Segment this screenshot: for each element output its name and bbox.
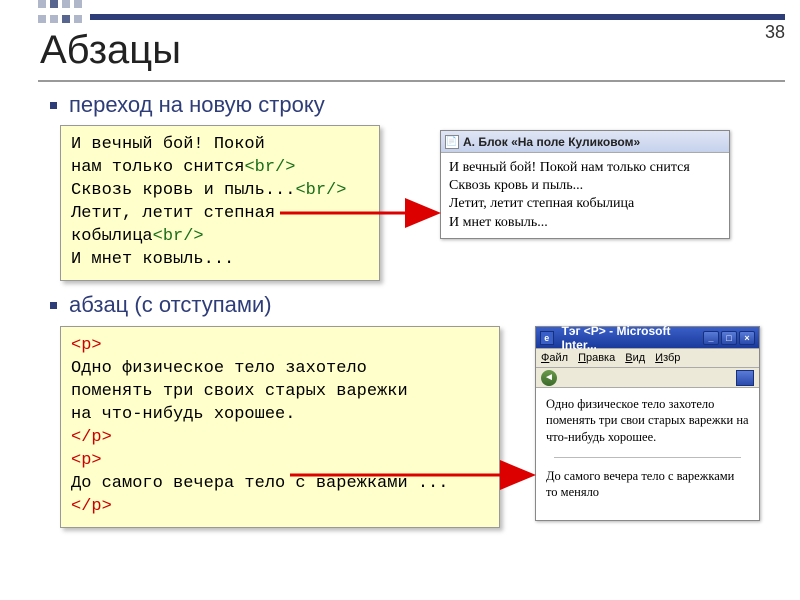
- poem-line: Сквозь кровь и пыль...: [449, 177, 721, 195]
- ie-icon: e: [540, 331, 554, 345]
- code-block-1: И вечный бой! Покой нам только снится<br…: [60, 125, 380, 281]
- back-icon[interactable]: ◄: [541, 370, 557, 386]
- browser-2-titlebar: e Тэг <P> - Microsoft Inter... _ □ ×: [536, 327, 759, 349]
- bullet-1-text: переход на новую строку: [69, 92, 325, 118]
- menu-fav[interactable]: Избр: [655, 352, 680, 364]
- bullet-2: абзац (с отступами): [50, 292, 272, 318]
- menu-edit[interactable]: Правка: [578, 352, 615, 364]
- minimize-icon[interactable]: _: [703, 331, 719, 345]
- bullet-1: переход на новую строку: [50, 92, 325, 118]
- bullet-2-text: абзац (с отступами): [69, 292, 272, 318]
- browser-1-title: А. Блок «На поле Куликовом»: [463, 135, 640, 149]
- bullet-dot-icon: [50, 102, 57, 109]
- menu-view[interactable]: Вид: [625, 352, 645, 364]
- logo-icon: [736, 370, 754, 386]
- close-icon[interactable]: ×: [739, 331, 755, 345]
- browser-1-content: И вечный бой! Покой нам только снится Ск…: [441, 153, 729, 238]
- browser-2-title: Тэг <P> - Microsoft Inter...: [562, 324, 704, 352]
- menu-file[interactable]: Файл: [541, 352, 568, 364]
- paragraph: Одно физическое тело захотело поменять т…: [546, 396, 749, 445]
- slide-decoration: [38, 0, 88, 30]
- divider: [554, 457, 741, 458]
- page-number: 38: [765, 22, 785, 43]
- poem-line: И мнет ковыль...: [449, 214, 721, 232]
- slide-title: Абзацы: [40, 28, 181, 73]
- title-underline: [38, 80, 785, 82]
- header-bar: [90, 14, 785, 20]
- poem-line: И вечный бой! Покой нам только снится: [449, 159, 721, 177]
- arrow-icon: [280, 208, 450, 238]
- browser-titlebar: 📄 А. Блок «На поле Куликовом»: [441, 131, 729, 153]
- toolbar: ◄: [536, 368, 759, 388]
- page-icon: 📄: [445, 135, 459, 149]
- browser-preview-2: e Тэг <P> - Microsoft Inter... _ □ × Фай…: [535, 326, 760, 521]
- window-buttons: _ □ ×: [703, 331, 755, 345]
- paragraph: До самого вечера тело с варежками то мен…: [546, 468, 749, 501]
- poem-line: Летит, летит степная кобылица: [449, 195, 721, 213]
- browser-preview-1: 📄 А. Блок «На поле Куликовом» И вечный б…: [440, 130, 730, 239]
- bullet-dot-icon: [50, 302, 57, 309]
- arrow-icon: [290, 470, 540, 500]
- browser-menubar: Файл Правка Вид Избр: [536, 349, 759, 368]
- maximize-icon[interactable]: □: [721, 331, 737, 345]
- browser-2-content: Одно физическое тело захотело поменять т…: [536, 388, 759, 520]
